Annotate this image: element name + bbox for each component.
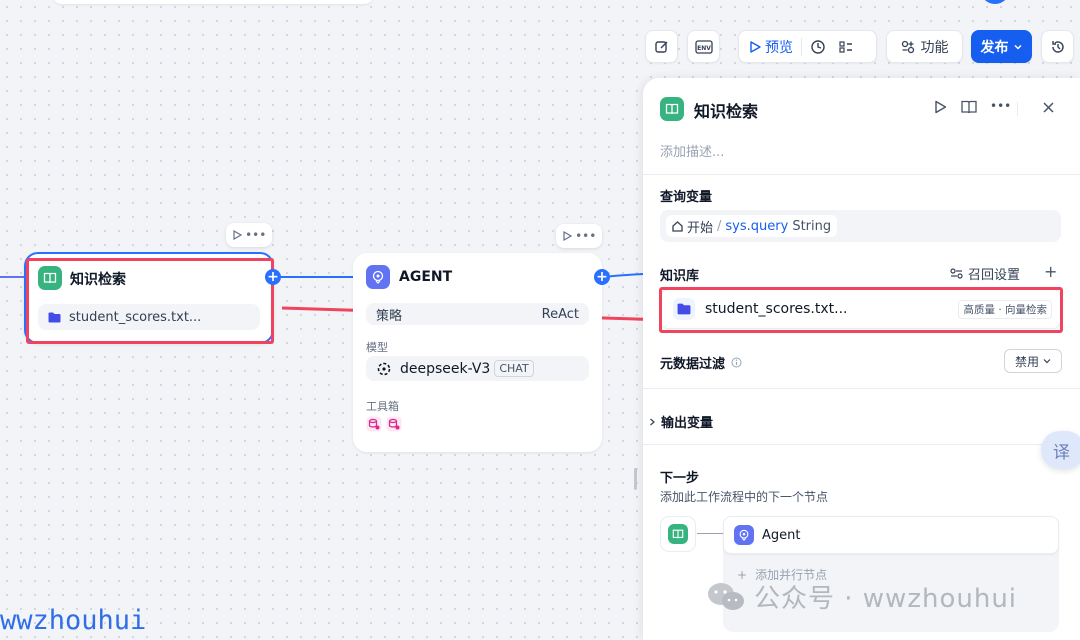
svg-text:ENV: ENV <box>697 45 711 52</box>
translate-label: 译 <box>1053 442 1070 463</box>
query-variable-field[interactable]: 开始 / sys.query String <box>660 210 1061 242</box>
toolbar-divider <box>801 37 802 56</box>
node-actions-knowledge: ••• <box>226 223 272 247</box>
node-actions-agent: ••• <box>556 224 602 248</box>
variable-source: 开始 <box>687 220 714 236</box>
info-icon[interactable] <box>731 357 742 368</box>
checklist-icon[interactable] <box>838 39 854 55</box>
metadata-filter-title: 元数据过滤 <box>660 357 726 372</box>
more-icon[interactable]: ••• <box>575 229 596 243</box>
checklist-button[interactable] <box>645 30 678 63</box>
model-tag: CHAT <box>494 360 534 377</box>
history-button[interactable] <box>1041 30 1074 63</box>
next-step-description: 添加此工作流程中的下一个节点 <box>660 490 829 504</box>
knowledge-title: 知识库 <box>660 269 700 284</box>
strategy-label: 策略 <box>376 308 403 324</box>
history-icon <box>1051 40 1064 53</box>
play-icon[interactable] <box>232 230 242 240</box>
output-variables-title: 输出变量 <box>661 416 714 431</box>
play-icon <box>750 40 761 53</box>
play-icon[interactable] <box>562 231 572 241</box>
variable-name: sys.query <box>725 218 789 234</box>
features-icon <box>901 40 914 53</box>
variable-chip: 开始 / sys.query String <box>666 215 838 237</box>
wechat-icon <box>708 582 744 610</box>
book-icon <box>668 524 688 544</box>
metadata-filter-value: 禁用 <box>1014 354 1039 369</box>
book-open-icon[interactable] <box>961 100 977 114</box>
agent-icon <box>366 265 390 289</box>
watermark-right-text: 公众号 · wwzhouhui <box>754 584 1018 614</box>
model-icon <box>377 362 391 375</box>
agent-node[interactable]: AGENT 策略 ReAct 模型 deepseek-V3 CHAT 工具箱 <box>353 253 602 452</box>
publish-label: 发布 <box>980 39 1009 56</box>
settings-sliders-icon <box>950 268 963 279</box>
watermark-right: 公众号 · wwzhouhui <box>706 578 1017 615</box>
strategy-row: 策略 ReAct <box>366 303 589 325</box>
env-button[interactable]: ENV <box>687 30 720 63</box>
recall-settings-label: 召回设置 <box>968 268 1021 283</box>
next-node-name: Agent <box>762 527 801 543</box>
model-row: deepseek-V3 CHAT <box>366 356 589 381</box>
divider <box>643 444 1080 445</box>
chevron-down-icon <box>1013 44 1022 50</box>
env-icon: ENV <box>694 39 713 54</box>
annotation-box-node <box>26 258 274 344</box>
preview-label: 预览 <box>765 39 793 56</box>
chevron-down-icon <box>1043 359 1051 364</box>
next-step-connector <box>697 533 723 534</box>
watermark-left: wwzhouhui <box>0 605 147 636</box>
agent-node-title: AGENT <box>399 269 453 285</box>
panel-resize-handle[interactable] <box>634 468 637 490</box>
model-label: 模型 <box>366 341 388 354</box>
database-tool-icon <box>366 416 382 432</box>
run-history-icon[interactable] <box>810 39 826 55</box>
variable-slash: / <box>717 218 722 234</box>
run-icon[interactable] <box>934 100 947 114</box>
database-tool-icon <box>386 416 402 432</box>
current-node-chip <box>660 516 696 552</box>
publish-button[interactable]: 发布 <box>971 30 1032 63</box>
close-icon[interactable] <box>1043 102 1054 113</box>
chevron-right-icon <box>650 418 655 425</box>
toolbox-tools <box>366 416 402 432</box>
preview-group: 预览 <box>738 30 877 63</box>
add-knowledge-button[interactable]: + <box>1044 262 1057 281</box>
add-node-handle[interactable]: + <box>265 269 281 285</box>
query-variable-title: 查询变量 <box>660 190 713 205</box>
panel-title[interactable]: 知识检索 <box>694 98 758 122</box>
output-variables-toggle[interactable]: 输出变量 <box>649 412 713 431</box>
recall-settings-button[interactable]: 召回设置 <box>950 264 1020 283</box>
more-icon[interactable]: ••• <box>990 99 1011 113</box>
strategy-value: ReAct <box>541 306 579 322</box>
annotation-box-panel <box>659 287 1063 333</box>
divider <box>643 174 1080 175</box>
features-label: 功能 <box>920 39 949 56</box>
edit-check-icon <box>654 40 667 53</box>
metadata-filter-label: 元数据过滤 <box>660 353 742 372</box>
book-icon <box>660 97 684 121</box>
node-settings-panel: 知识检索 ••• 添加描述... 查询变量 开始 / sys.query Str… <box>643 78 1080 640</box>
add-node-handle[interactable]: + <box>594 269 610 285</box>
metadata-filter-select[interactable]: 禁用 <box>1004 349 1062 373</box>
variable-type: String <box>792 218 832 234</box>
model-name: deepseek-V3 <box>400 360 491 377</box>
toolbox-label: 工具箱 <box>366 400 399 413</box>
features-button[interactable]: 功能 <box>886 30 963 63</box>
preview-button[interactable]: 预览 <box>749 37 793 57</box>
agent-icon <box>734 525 754 545</box>
more-icon[interactable]: ••• <box>245 228 266 242</box>
home-icon <box>672 220 683 232</box>
next-node-agent[interactable]: Agent <box>723 516 1059 554</box>
translate-button[interactable]: 译 <box>1041 431 1080 469</box>
next-step-title: 下一步 <box>660 471 700 486</box>
header-divider <box>1017 102 1018 116</box>
divider <box>643 388 1080 389</box>
description-input[interactable]: 添加描述... <box>660 141 724 160</box>
